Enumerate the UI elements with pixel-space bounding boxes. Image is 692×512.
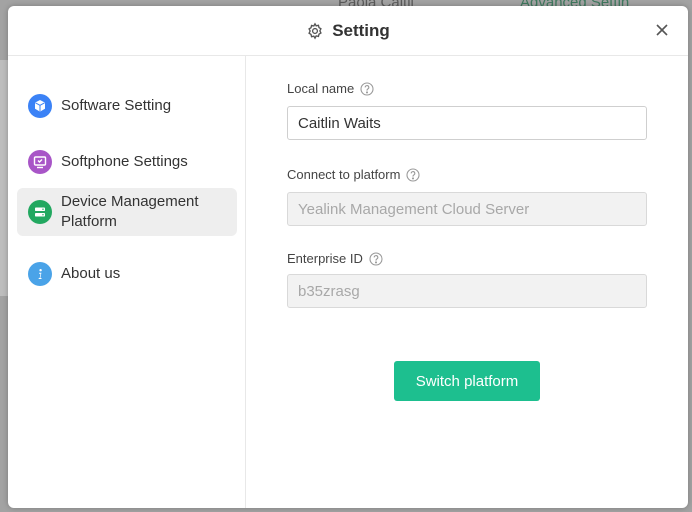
sidebar-item-label: About us xyxy=(61,265,121,282)
close-icon[interactable] xyxy=(654,22,670,38)
gear-icon xyxy=(306,22,324,40)
connect-platform-label: Connect to platform xyxy=(287,167,421,182)
connect-platform-field xyxy=(287,192,647,226)
sidebar-item-softphone-settings[interactable]: Softphone Settings xyxy=(17,142,237,182)
sidebar-item-label: Device Management Platform xyxy=(61,193,199,230)
local-name-input[interactable] xyxy=(287,106,647,140)
setting-dialog: Setting Software Setting Softphone Setti… xyxy=(8,6,688,508)
dialog-title: Setting xyxy=(332,20,390,40)
phone-screen-icon xyxy=(28,150,52,174)
dialog-header: Setting xyxy=(8,6,688,56)
sidebar-item-label: Software Setting xyxy=(61,97,172,114)
server-icon xyxy=(28,200,52,224)
sidebar-item-software-setting[interactable]: Software Setting xyxy=(17,86,237,126)
enterprise-id-label-text: Enterprise ID xyxy=(287,251,363,266)
help-icon[interactable] xyxy=(369,251,383,266)
help-icon[interactable] xyxy=(360,81,374,96)
help-icon[interactable] xyxy=(406,167,421,182)
sidebar-item-device-management-platform[interactable]: Device Management Platform xyxy=(17,188,237,236)
enterprise-id-field xyxy=(287,274,647,308)
switch-platform-button[interactable]: Switch platform xyxy=(394,361,540,401)
connect-platform-label-text: Connect to platform xyxy=(287,167,401,182)
background-panel xyxy=(0,60,8,296)
settings-sidebar: Software Setting Softphone Settings Devi… xyxy=(8,56,246,508)
info-icon xyxy=(28,262,52,286)
cube-icon xyxy=(28,94,52,118)
sidebar-item-label: Softphone Settings xyxy=(61,153,188,170)
sidebar-item-about-us[interactable]: About us xyxy=(17,254,237,294)
dialog-title-wrap: Setting xyxy=(306,21,390,41)
local-name-label-text: Local name xyxy=(287,81,355,96)
enterprise-id-label: Enterprise ID xyxy=(287,251,383,266)
local-name-label: Local name xyxy=(287,81,374,96)
